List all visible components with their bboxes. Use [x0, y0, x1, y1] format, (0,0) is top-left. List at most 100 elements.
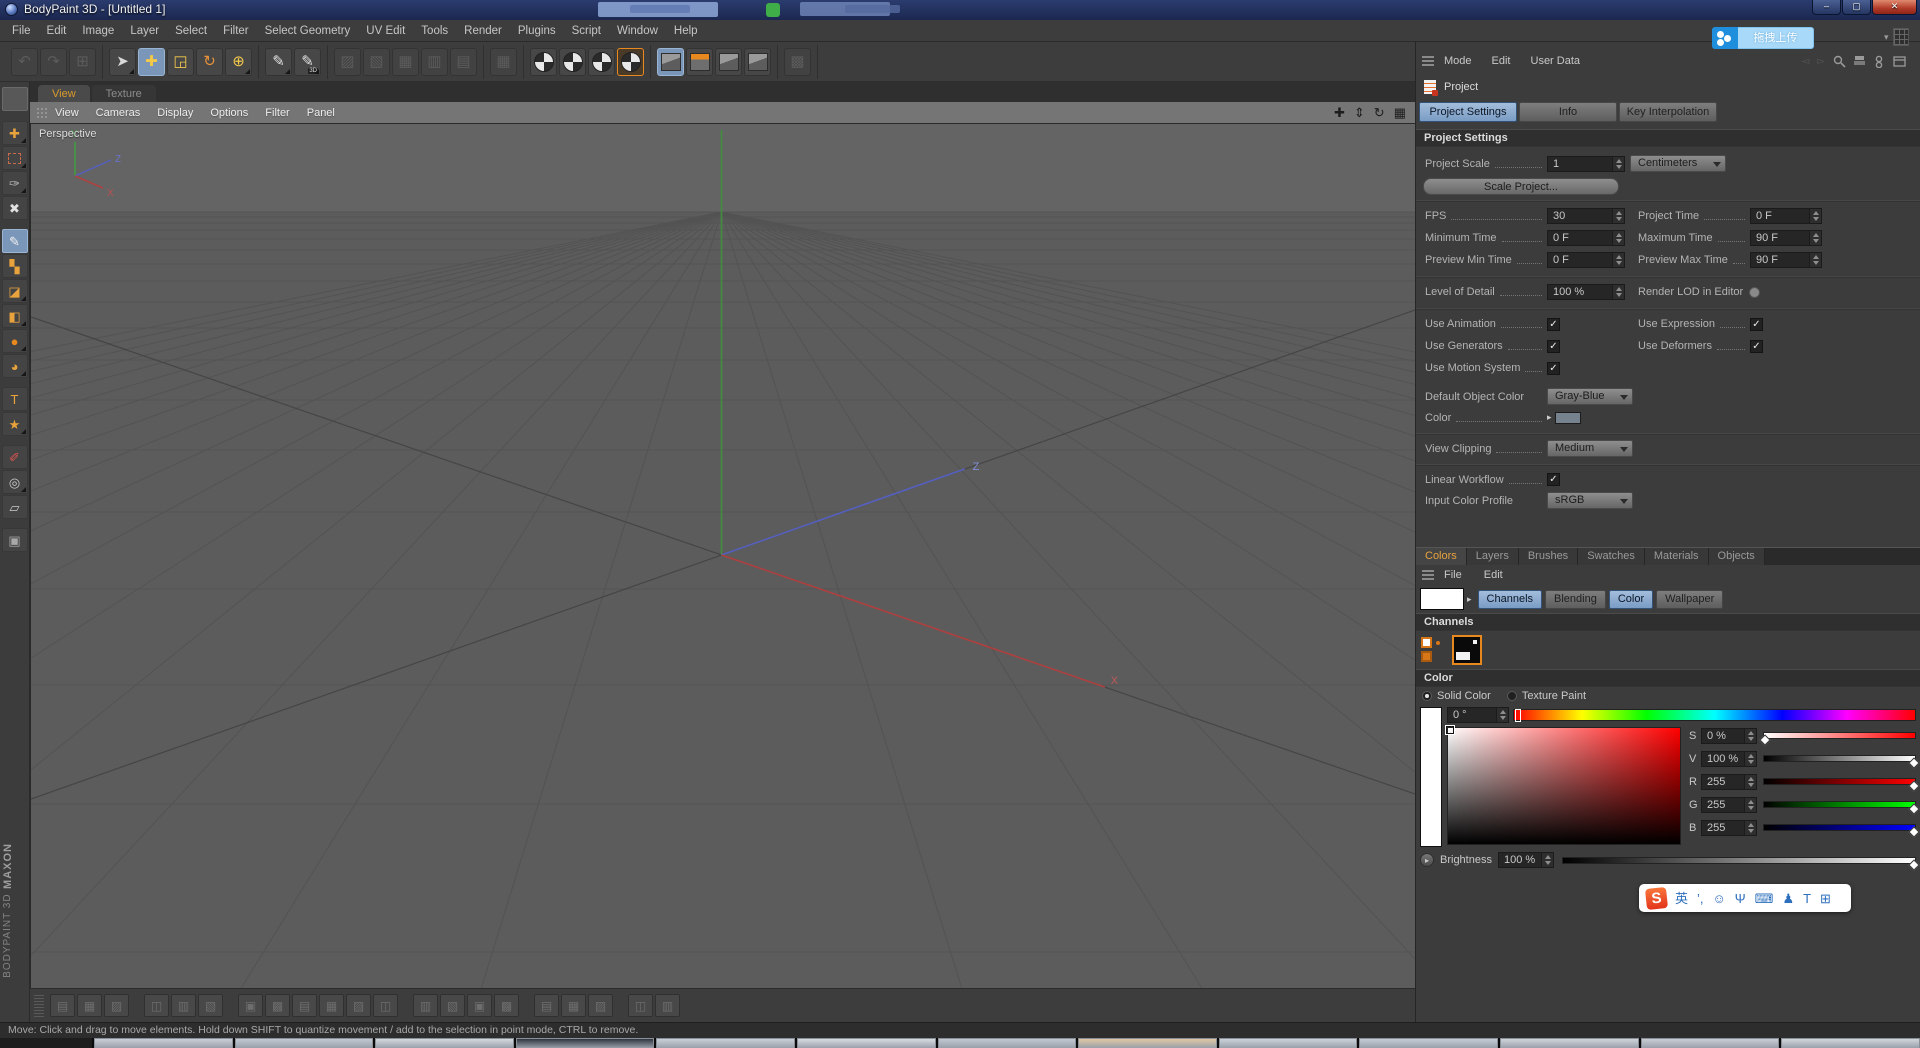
saturation-value-picker[interactable] — [1447, 727, 1681, 845]
attributes-menu-user-data[interactable]: User Data — [1531, 55, 1581, 67]
channel-add-icon[interactable] — [1420, 635, 1446, 665]
viewport-menu-cameras[interactable]: Cameras — [96, 107, 141, 119]
spinner-icon[interactable] — [1810, 208, 1822, 224]
zoom-view-icon[interactable]: ⇕ — [1354, 105, 1365, 121]
spinner-icon[interactable] — [1613, 230, 1625, 246]
spinner-icon[interactable] — [1613, 156, 1625, 172]
close-button[interactable]: ✕ — [1872, 0, 1917, 15]
toolbar-uv-mesh-mode-icon[interactable] — [744, 48, 771, 76]
viewport-menu-display[interactable]: Display — [157, 107, 193, 119]
linear-workflow-checkbox[interactable]: ✓ — [1547, 473, 1560, 486]
toolbar-select-edges-icon[interactable] — [559, 48, 586, 76]
taskbar-item[interactable] — [797, 1038, 936, 1048]
rotate-view-icon[interactable]: ↻ — [1374, 105, 1385, 121]
input-color-profile-dropdown[interactable]: sRGB — [1547, 492, 1633, 509]
toolbar-paint-brush-icon[interactable]: ✎ — [265, 48, 292, 76]
slider-field-v[interactable]: 100 % — [1701, 751, 1757, 767]
colors-tab-brushes[interactable]: Brushes — [1519, 548, 1578, 565]
spinner-icon[interactable] — [1613, 208, 1625, 224]
current-color-swatch[interactable] — [1420, 588, 1464, 610]
ime-emoji-icon[interactable]: ☺ — [1713, 892, 1726, 905]
menu-tools[interactable]: Tools — [413, 20, 456, 42]
slider-track-s[interactable] — [1763, 732, 1916, 739]
menu-select-geometry[interactable]: Select Geometry — [257, 20, 359, 42]
scale-project-button[interactable]: Scale Project... — [1423, 178, 1619, 195]
colors-tab-materials[interactable]: Materials — [1645, 548, 1709, 565]
toolbar-live-selection-icon[interactable]: ➤ — [109, 48, 136, 76]
maximize-button[interactable]: ▢ — [1842, 0, 1871, 15]
object-row[interactable]: Project — [1416, 76, 1920, 98]
hamburger-icon[interactable] — [1422, 56, 1434, 66]
sv-marker[interactable] — [1446, 726, 1454, 734]
drag-upload-widget[interactable]: 拖拽上传 — [1712, 27, 1814, 49]
spinner-icon[interactable] — [1810, 252, 1822, 268]
minimize-button[interactable]: – — [1812, 0, 1841, 15]
toolbar-select-uv-icon[interactable] — [617, 48, 644, 76]
use-expression-checkbox[interactable]: ✓ — [1750, 318, 1763, 331]
viewport-menu-filter[interactable]: Filter — [265, 107, 289, 119]
ime-keyboard-icon[interactable]: ⌨ — [1755, 892, 1774, 905]
ime-lang-mode[interactable]: 英 — [1675, 892, 1688, 905]
menu-window[interactable]: Window — [609, 20, 666, 42]
menu-script[interactable]: Script — [564, 20, 609, 42]
toolbar-rotate-icon[interactable]: ↻ — [196, 48, 223, 76]
sogou-ime-bar[interactable]: S 英’,☺Ψ⌨♟T⊞ — [1639, 884, 1851, 912]
toolbar-select-polygons-icon[interactable] — [588, 48, 615, 76]
gradient-tool[interactable]: ◧ — [2, 304, 28, 328]
toolbar-brush-3d-icon[interactable]: ✎3D — [294, 48, 321, 76]
taskbar-item[interactable] — [1781, 1038, 1920, 1048]
slider-track-v[interactable] — [1763, 755, 1916, 762]
default-object-color-dropdown[interactable]: Gray-Blue — [1547, 388, 1633, 405]
spinner-icon[interactable] — [1745, 820, 1757, 836]
spinner-icon[interactable] — [1497, 707, 1509, 723]
channel-thumbnail-selected[interactable] — [1452, 635, 1482, 665]
selection-tool[interactable] — [2, 146, 28, 170]
mode-button-blending[interactable]: Blending — [1545, 590, 1606, 609]
spinner-icon[interactable] — [1745, 797, 1757, 813]
brightness-slider[interactable] — [1562, 857, 1916, 864]
eyedropper-tool[interactable]: ✐ — [2, 445, 28, 469]
hue-marker[interactable] — [1515, 709, 1521, 722]
taskbar-item[interactable] — [1641, 1038, 1780, 1048]
star-shape-tool[interactable]: ★ — [2, 412, 28, 436]
object-color-swatch[interactable] — [1555, 412, 1581, 424]
project-time-field[interactable]: 0 F — [1750, 208, 1822, 224]
slider-handle[interactable] — [1908, 826, 1919, 837]
menu-edit[interactable]: Edit — [39, 20, 75, 42]
taskbar-item[interactable] — [235, 1038, 374, 1048]
taskbar-item[interactable] — [656, 1038, 795, 1048]
paint-brush-tool[interactable]: ✎ — [2, 229, 28, 253]
view-clipping-dropdown[interactable]: Medium — [1547, 440, 1633, 457]
toolbar-texture-mode-icon[interactable] — [715, 48, 742, 76]
attributes-menu-mode[interactable]: Mode — [1444, 55, 1472, 67]
taskbar-item[interactable] — [1359, 1038, 1498, 1048]
tab-key-interpolation[interactable]: Key Interpolation — [1619, 102, 1717, 122]
slider-track-r[interactable] — [1763, 778, 1916, 785]
polygon-draw-tool[interactable]: ▱ — [2, 495, 28, 519]
lod-field[interactable]: 100 % — [1547, 284, 1625, 300]
toolbar-model-mode-icon[interactable] — [657, 48, 684, 76]
ime-punctuation[interactable]: ’, — [1697, 892, 1704, 905]
taskbar-item[interactable] — [94, 1038, 233, 1048]
spinner-icon[interactable] — [1745, 728, 1757, 744]
menu-layer[interactable]: Layer — [122, 20, 167, 42]
mode-button-wallpaper[interactable]: Wallpaper — [1656, 590, 1723, 609]
spinner-icon[interactable] — [1810, 230, 1822, 246]
viewport-tab-view[interactable]: View — [38, 85, 90, 102]
slider-field-b[interactable]: 255 — [1701, 820, 1757, 836]
taskbar-item[interactable] — [1078, 1038, 1217, 1048]
toolbar-scale-icon[interactable]: ◲ — [167, 48, 194, 76]
use-animation-checkbox[interactable]: ✓ — [1547, 318, 1560, 331]
taskbar-item[interactable] — [1500, 1038, 1639, 1048]
preview-max-time-field[interactable]: 90 F — [1750, 252, 1822, 268]
ime-mic-icon[interactable]: Ψ — [1735, 892, 1746, 905]
uv-checker-tool[interactable]: ✖ — [2, 196, 28, 220]
spinner-icon[interactable] — [1745, 751, 1757, 767]
command-slot[interactable] — [2, 87, 28, 111]
nav-forward-icon[interactable]: ▻ — [1817, 56, 1825, 67]
frame-tool[interactable]: ▣ — [2, 528, 28, 552]
slider-handle[interactable] — [1908, 780, 1919, 791]
ime-toolbox-icon[interactable]: ⊞ — [1820, 892, 1831, 905]
menu-select[interactable]: Select — [167, 20, 215, 42]
menu-file[interactable]: File — [4, 20, 39, 42]
